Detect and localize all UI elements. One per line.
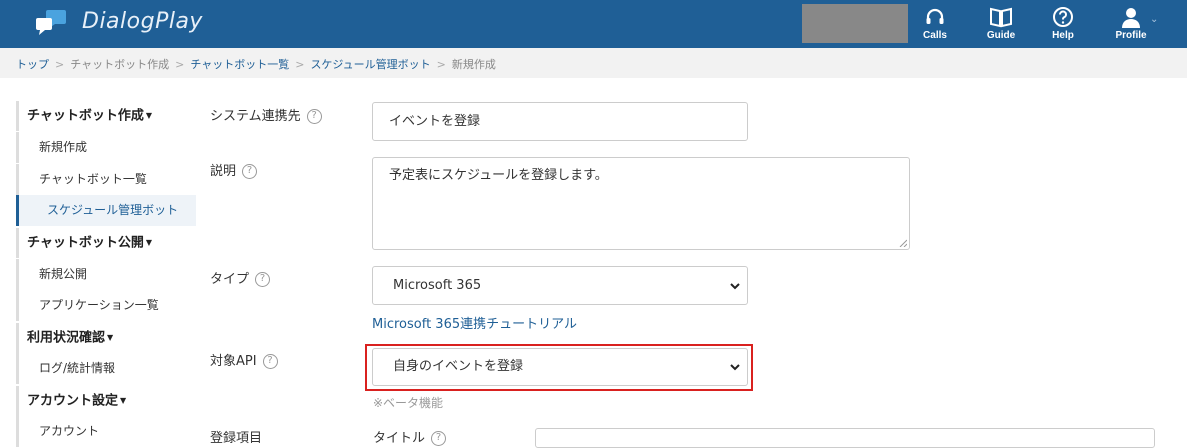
sidebar-item-app-list[interactable]: アプリケーション一覧 (16, 290, 196, 321)
breadcrumb-chatbot-list[interactable]: チャットボット一覧 (190, 58, 289, 71)
profile-label: Profile (1115, 30, 1147, 41)
sidebar-section-label: 利用状況確認 (27, 330, 106, 346)
question-icon (1038, 6, 1088, 28)
guide-label: Guide (986, 30, 1016, 41)
system-label: システム連携先? (210, 105, 322, 124)
type-select[interactable]: Microsoft 365 (372, 266, 748, 305)
system-input[interactable]: イベントを登録 (372, 102, 748, 141)
breadcrumb-separator: > (55, 58, 65, 71)
chevron-down-icon (730, 364, 740, 371)
title-label-text: タイトル (373, 431, 426, 446)
breadcrumb-separator: > (175, 58, 185, 71)
description-textarea[interactable]: 予定表にスケジュールを登録します。 (372, 157, 910, 250)
chevron-down-icon[interactable]: ⌄ (1150, 14, 1158, 25)
sidebar-section-label: アカウント設定 (27, 393, 119, 409)
sidebar-item-new-publish[interactable]: 新規公開 (16, 259, 196, 290)
sidebar-section-label: チャットボット作成 (27, 108, 144, 124)
headset-icon (910, 6, 960, 28)
sidebar-section-label: チャットボット公開 (27, 235, 144, 251)
sidebar-section-account[interactable]: アカウント設定 ▼ (16, 386, 196, 416)
description-text: 予定表にスケジュールを登録します。 (389, 168, 608, 183)
api-select[interactable]: 自身のイベントを登録 (372, 348, 748, 386)
api-label: 対象API? (210, 350, 278, 369)
resize-handle-icon[interactable] (899, 239, 907, 247)
question-icon[interactable]: ? (262, 354, 278, 369)
beta-note: ※ベータ機能 (373, 396, 444, 410)
sidebar-item-chatbot-list[interactable]: チャットボット一覧 (16, 164, 196, 195)
calls-button[interactable]: Calls (910, 6, 960, 46)
logo-icon[interactable] (34, 10, 68, 36)
type-label: タイプ? (210, 268, 271, 287)
profile-button[interactable]: Profile (1106, 6, 1156, 46)
redacted-area (802, 4, 908, 43)
question-icon[interactable]: ? (242, 164, 258, 179)
help-button[interactable]: Help (1038, 6, 1088, 46)
description-label-text: 説明 (210, 164, 237, 179)
sidebar-item-account[interactable]: アカウント (16, 416, 196, 447)
sidebar-item-new[interactable]: 新規作成 (16, 132, 196, 163)
caret-down-icon: ▼ (145, 238, 153, 247)
sidebar-section-publish[interactable]: チャットボット公開 ▼ (16, 228, 196, 258)
system-label-text: システム連携先 (210, 109, 301, 124)
title-label: タイトル? (373, 427, 447, 446)
breadcrumb-chatbot-create: チャットボット作成 (70, 58, 170, 71)
title-input[interactable] (535, 428, 1155, 448)
help-label: Help (1052, 30, 1074, 41)
breadcrumb-top[interactable]: トップ (16, 58, 49, 71)
chevron-down-icon (730, 282, 740, 289)
breadcrumb-current: 新規作成 (451, 58, 496, 71)
breadcrumb: トップ > チャットボット作成 > チャットボット一覧 > スケジュール管理ボット > 新規作成 (16, 56, 496, 72)
breadcrumb-schedule-bot[interactable]: スケジュール管理ボット (310, 58, 430, 71)
description-label: 説明? (210, 160, 258, 179)
type-select-value: Microsoft 365 (393, 278, 482, 293)
caret-down-icon: ▼ (107, 333, 114, 342)
api-select-value: 自身のイベントを登録 (393, 359, 524, 374)
sidebar-section-create[interactable]: チャットボット作成 ▼ (16, 101, 196, 131)
guide-button[interactable]: Guide (976, 6, 1026, 46)
book-icon (976, 6, 1026, 28)
tutorial-link[interactable]: Microsoft 365連携チュートリアル (372, 313, 577, 332)
items-label: 登録項目 (210, 431, 263, 446)
sidebar-item-schedule-bot[interactable]: スケジュール管理ボット (16, 195, 196, 226)
sidebar-section-usage[interactable]: 利用状況確認 ▼ (16, 323, 196, 353)
calls-label: Calls (923, 30, 947, 41)
caret-down-icon: ▼ (145, 111, 153, 120)
caret-down-icon: ▼ (120, 396, 127, 405)
user-icon (1106, 6, 1156, 28)
type-label-text: タイプ (210, 272, 250, 287)
question-icon[interactable]: ? (431, 431, 447, 446)
breadcrumb-separator: > (436, 58, 446, 71)
brand-name[interactable]: DialogPlay (82, 9, 203, 34)
question-icon[interactable]: ? (306, 109, 322, 124)
api-label-text: 対象API (210, 354, 257, 369)
question-icon[interactable]: ? (255, 272, 271, 287)
breadcrumb-separator: > (295, 58, 305, 71)
sidebar-item-logs[interactable]: ログ/統計情報 (16, 353, 196, 384)
